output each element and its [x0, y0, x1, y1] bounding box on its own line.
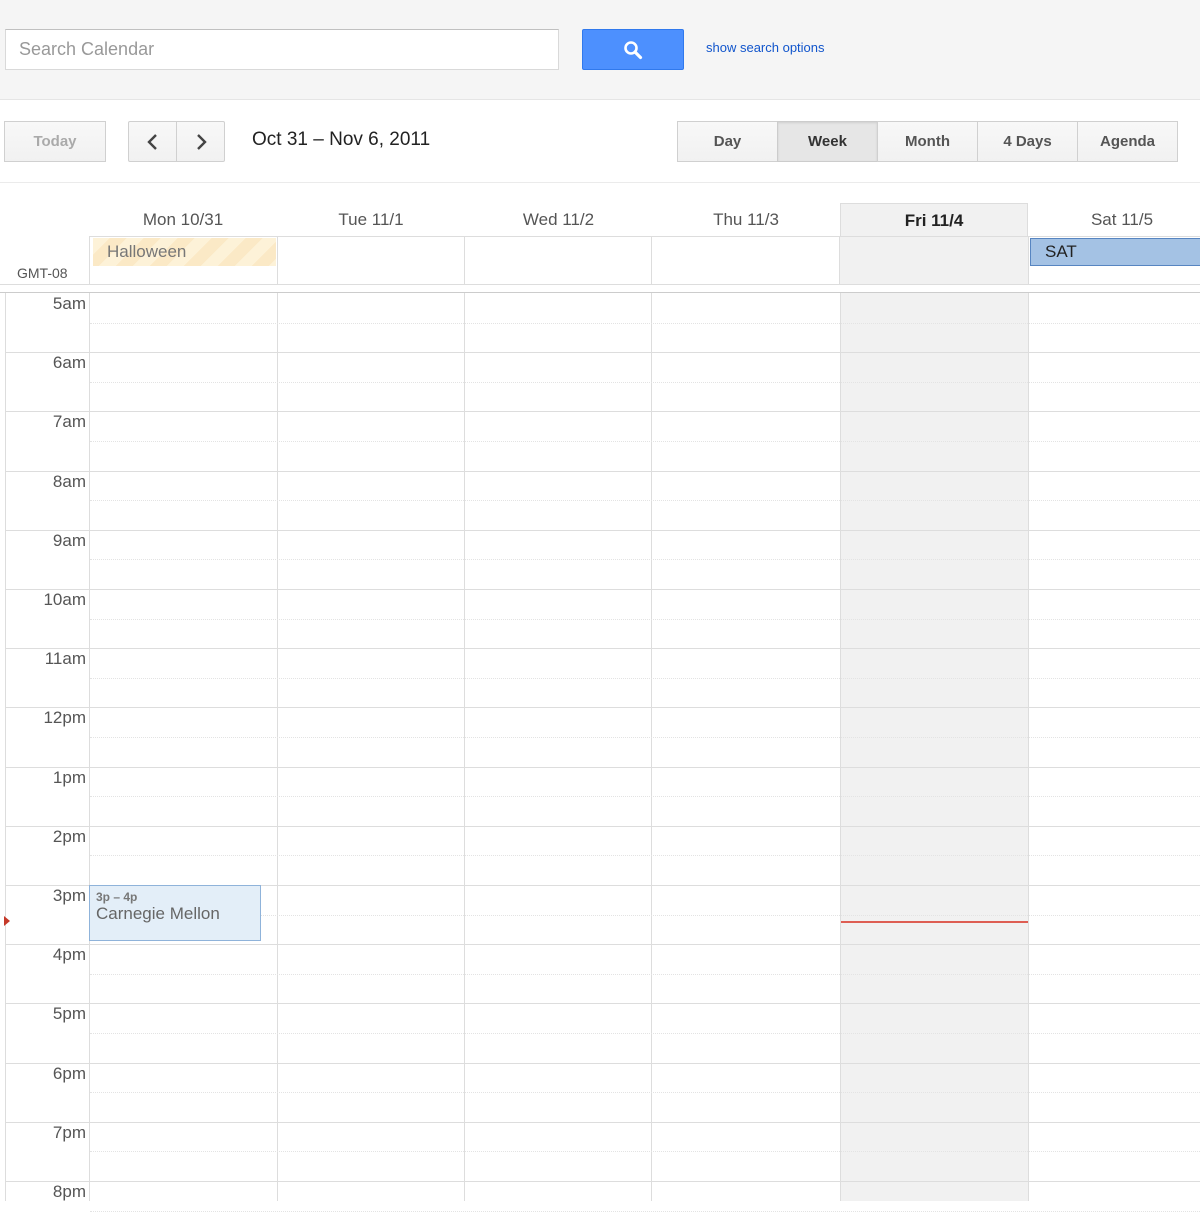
hour-label: 7pm — [52, 1122, 86, 1142]
half-hour-line — [90, 618, 1200, 620]
day-header-sat[interactable]: Sat 11/5 — [1028, 203, 1200, 237]
day-header-tue[interactable]: Tue 11/1 — [277, 203, 465, 237]
hour-label: 12pm — [43, 708, 86, 728]
half-hour-line — [90, 796, 1200, 798]
hour-label: 11am — [44, 649, 86, 669]
date-range-title: Oct 31 – Nov 6, 2011 — [252, 129, 431, 150]
half-hour-line — [90, 737, 1200, 738]
hour-label: 7am — [52, 412, 86, 432]
day-header-thu[interactable]: Thu 11/3 — [652, 203, 840, 237]
view-week-button[interactable]: Week — [777, 121, 878, 162]
hour-line — [5, 529, 1200, 531]
event-title: Carnegie Mellon — [96, 904, 220, 923]
day-header-wed[interactable]: Wed 11/2 — [465, 203, 652, 237]
half-hour-line — [90, 322, 1200, 324]
timezone-label: GMT-08 — [17, 265, 68, 281]
hour-label: 6pm — [52, 1063, 86, 1083]
hour-line — [5, 707, 1200, 709]
hour-label: 4pm — [52, 945, 86, 965]
hour-line — [5, 825, 1200, 827]
day-header-fri[interactable]: Fri 11/4 — [840, 203, 1028, 237]
hour-line — [5, 470, 1200, 472]
half-hour-line — [90, 1151, 1200, 1153]
all-day-cell[interactable] — [839, 236, 1028, 284]
time-grid: 5am 6am 7am 8am 9am 10am 11am 12pm 1pm 2pm 3pm 4pm 5… — [0, 292, 1200, 1212]
half-hour-line — [90, 677, 1200, 679]
hour-label: 6am — [52, 353, 86, 373]
day-header-mon[interactable]: Mon 10/31 — [89, 203, 277, 237]
event-time: 3p – 4p — [96, 890, 138, 904]
hour-line — [5, 648, 1200, 650]
half-hour-line — [90, 441, 1200, 442]
search-bar: show search options — [0, 0, 1200, 100]
show-search-options-link[interactable]: show search options — [706, 40, 825, 55]
toolbar: Today Oct 31 – Nov 6, 2011 Day Week Mont… — [0, 101, 1200, 183]
previous-period-button[interactable] — [128, 121, 177, 162]
half-hour-line — [90, 381, 1200, 383]
hour-line — [5, 589, 1200, 590]
day-column-thu[interactable] — [651, 293, 840, 1201]
half-hour-line — [90, 973, 1200, 975]
chevron-left-icon — [146, 133, 157, 150]
all-day-event-halloween[interactable]: Halloween — [93, 238, 276, 266]
hour-line — [5, 1062, 1200, 1064]
search-input[interactable] — [5, 29, 559, 70]
next-period-button[interactable] — [176, 121, 225, 162]
hour-label: 8pm — [52, 1182, 86, 1201]
hour-label: 1pm — [52, 767, 86, 787]
hour-label: 10am — [43, 590, 86, 609]
current-time-marker — [4, 916, 10, 926]
day-column-mon[interactable] — [89, 293, 277, 1201]
today-button[interactable]: Today — [4, 121, 106, 162]
view-month-button[interactable]: Month — [877, 121, 978, 162]
hour-line — [5, 1121, 1200, 1123]
view-agenda-button[interactable]: Agenda — [1077, 121, 1178, 162]
hour-line — [5, 1003, 1200, 1005]
day-column-sat[interactable] — [1028, 293, 1200, 1201]
hour-line — [5, 766, 1200, 768]
half-hour-line — [90, 1210, 1200, 1212]
hour-line — [5, 1181, 1200, 1182]
day-headers: Mon 10/31 Tue 11/1 Wed 11/2 Thu 11/3 Fri… — [0, 183, 1200, 237]
half-hour-line — [90, 500, 1200, 502]
all-day-row: GMT-08 Halloween SAT — [0, 236, 1200, 285]
hour-line — [5, 411, 1200, 413]
day-column-tue[interactable] — [277, 293, 464, 1201]
day-column-wed[interactable] — [464, 293, 651, 1201]
half-hour-line — [90, 1092, 1200, 1094]
half-hour-line — [90, 559, 1200, 561]
half-hour-line — [90, 855, 1200, 857]
hour-label: 9am — [52, 530, 86, 550]
view-4days-button[interactable]: 4 Days — [977, 121, 1078, 162]
search-icon — [624, 40, 643, 59]
all-day-event-sat[interactable]: SAT — [1030, 238, 1200, 266]
day-column-fri[interactable] — [840, 293, 1028, 1201]
hour-line — [5, 352, 1200, 354]
chevron-right-icon — [196, 133, 207, 150]
hour-label: 5am — [52, 294, 86, 313]
view-day-button[interactable]: Day — [677, 121, 778, 162]
event-carnegie-mellon[interactable]: 3p – 4p Carnegie Mellon — [89, 885, 261, 941]
search-button[interactable] — [582, 29, 684, 70]
all-day-cell[interactable] — [651, 236, 840, 284]
all-day-cell[interactable] — [277, 236, 465, 284]
hour-label: 5pm — [52, 1004, 86, 1024]
hour-label: 8am — [52, 471, 86, 491]
half-hour-line — [90, 1033, 1200, 1034]
hour-line — [5, 944, 1200, 946]
hour-label: 3pm — [52, 886, 86, 905]
current-time-line — [841, 921, 1028, 923]
all-day-cell[interactable] — [464, 236, 652, 284]
hour-label: 2pm — [52, 826, 86, 846]
